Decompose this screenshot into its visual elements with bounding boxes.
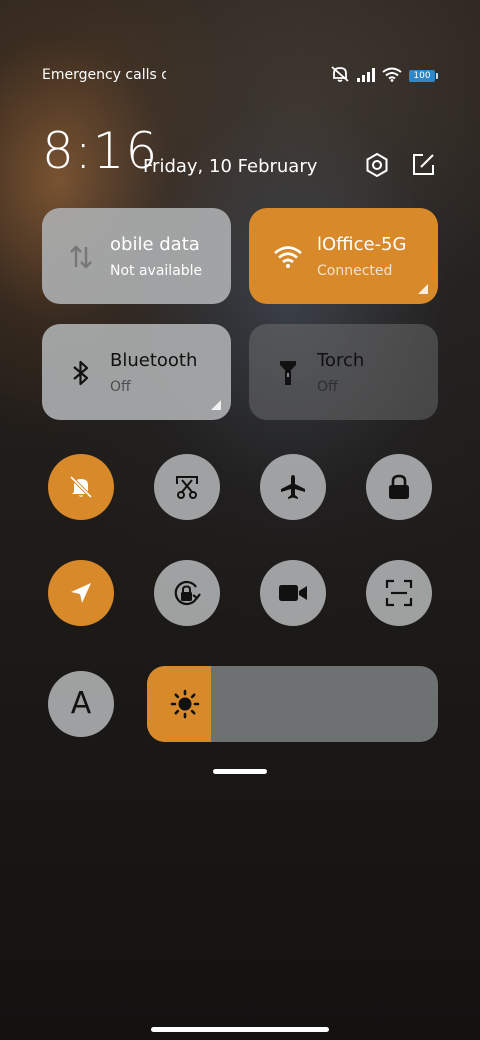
torch-tile[interactable]: Torch Off (249, 324, 438, 420)
location-toggle[interactable] (48, 560, 114, 626)
status-icons: 100 (330, 65, 438, 87)
home-indicator[interactable] (151, 1027, 329, 1032)
status-carrier-text: Emergency calls o (42, 67, 166, 83)
wifi-icon (273, 242, 303, 272)
bluetooth-expand-corner[interactable] (211, 400, 221, 410)
settings-icon (366, 152, 388, 178)
airplane-icon (281, 475, 305, 499)
bell-off-icon (69, 475, 93, 499)
lock-toggle[interactable] (366, 454, 432, 520)
wifi-status: Connected (317, 263, 393, 279)
video-camera-icon (279, 585, 307, 601)
battery-icon: 100 (409, 70, 438, 82)
torch-icon (273, 358, 303, 388)
auto-brightness-button[interactable]: A (48, 671, 114, 737)
bluetooth-status: Off (110, 379, 131, 395)
wifi-icon (382, 67, 402, 86)
mute-toggle[interactable] (48, 454, 114, 520)
auto-brightness-label: A (70, 686, 92, 721)
panel-drag-handle[interactable] (213, 769, 267, 774)
rotation-lock-icon (174, 580, 201, 606)
edit-button[interactable] (408, 150, 438, 180)
screenshot-toggle[interactable] (154, 454, 220, 520)
wifi-network-name: lOffice-5G (317, 234, 407, 255)
settings-button[interactable] (362, 150, 392, 180)
brightness-slider[interactable] (147, 666, 438, 742)
mobile-data-title: obile data (110, 234, 200, 255)
mobile-data-tile[interactable]: obile data Not available (42, 208, 231, 304)
scissors-icon (176, 476, 198, 499)
airplane-toggle[interactable] (260, 454, 326, 520)
wifi-expand-corner[interactable] (418, 284, 428, 294)
mobile-data-icon (66, 242, 96, 272)
bluetooth-title: Bluetooth (110, 350, 198, 371)
torch-status: Off (317, 379, 338, 395)
mobile-data-status: Not available (110, 263, 203, 279)
location-icon (71, 583, 91, 603)
scanner-toggle[interactable] (366, 560, 432, 626)
edit-icon (413, 154, 434, 175)
scan-icon (385, 579, 413, 607)
torch-title: Torch (317, 350, 365, 371)
wifi-tile[interactable]: lOffice-5G Connected (249, 208, 438, 304)
clock-time: 8:16 (42, 122, 159, 180)
bluetooth-icon (66, 358, 96, 388)
sun-icon (169, 688, 201, 720)
bluetooth-tile[interactable]: Bluetooth Off (42, 324, 231, 420)
mute-icon (330, 65, 350, 87)
date-label: Friday, 10 February (143, 156, 318, 177)
lock-icon (389, 474, 409, 499)
rotation-lock-toggle[interactable] (154, 560, 220, 626)
signal-icon (357, 67, 375, 86)
screen-recorder-toggle[interactable] (260, 560, 326, 626)
